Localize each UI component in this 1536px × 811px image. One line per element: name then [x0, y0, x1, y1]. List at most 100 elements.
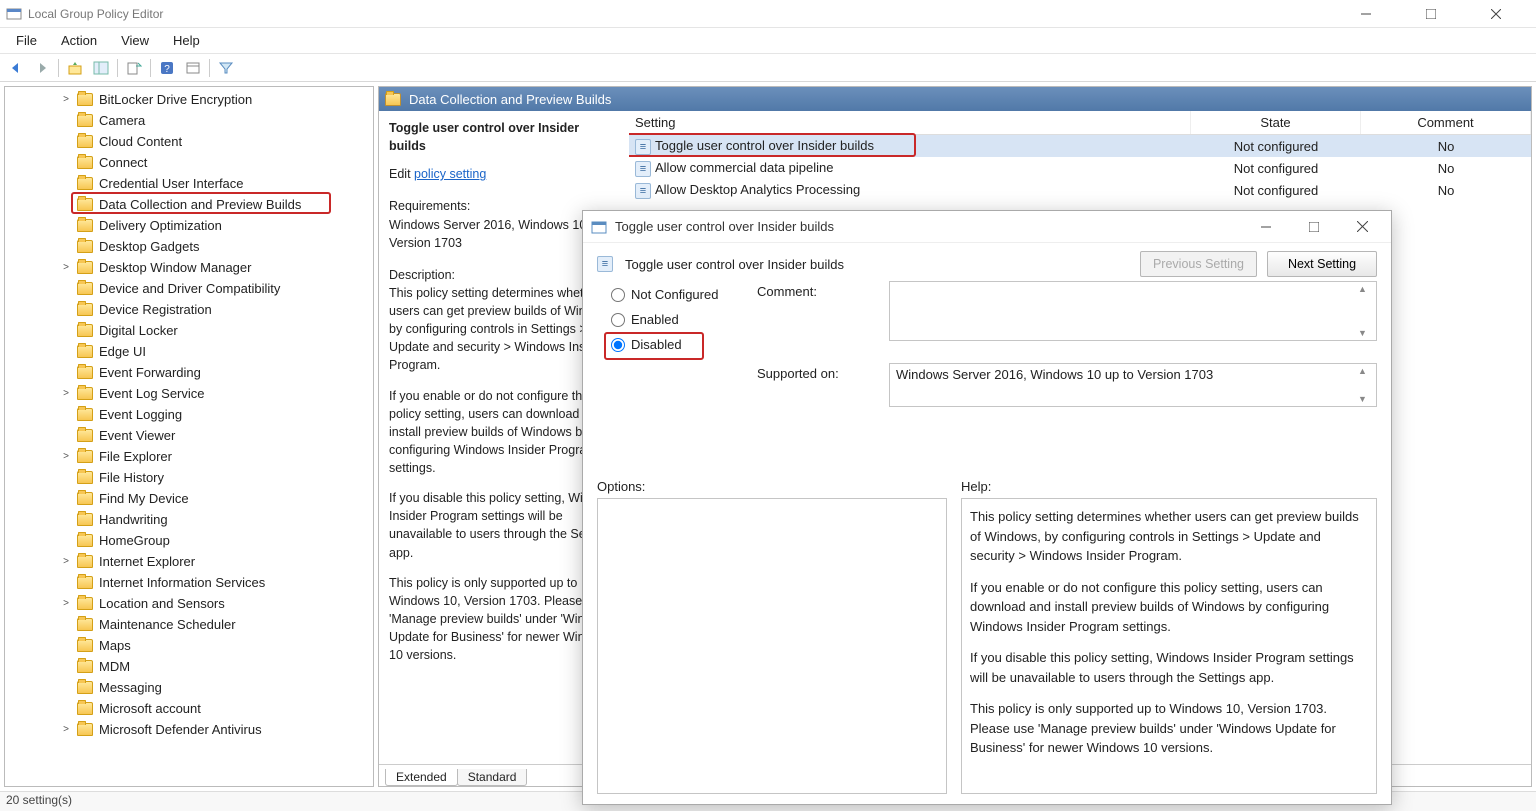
- list-header[interactable]: Setting State Comment: [629, 111, 1531, 135]
- col-state[interactable]: State: [1191, 111, 1361, 134]
- tree-item[interactable]: Digital Locker: [5, 320, 373, 341]
- filter-button[interactable]: [214, 57, 238, 79]
- edit-policy-link[interactable]: policy setting: [414, 167, 486, 181]
- dialog-close-button[interactable]: [1341, 214, 1383, 240]
- tree-item[interactable]: Event Viewer: [5, 425, 373, 446]
- tab-extended[interactable]: Extended: [385, 769, 458, 786]
- tree-expander-icon[interactable]: >: [61, 94, 71, 105]
- tree-item[interactable]: File History: [5, 467, 373, 488]
- close-button[interactable]: [1473, 3, 1518, 25]
- folder-icon: [77, 261, 93, 274]
- tree-expander-icon[interactable]: >: [61, 451, 71, 462]
- tree-item[interactable]: > Desktop Window Manager: [5, 257, 373, 278]
- folder-icon: [77, 660, 93, 673]
- tree-expander-icon[interactable]: >: [61, 724, 71, 735]
- tree-item[interactable]: > File Explorer: [5, 446, 373, 467]
- tree-item[interactable]: > Event Log Service: [5, 383, 373, 404]
- state-radios: Not Configured Enabled Disabled: [597, 281, 757, 413]
- tree-item[interactable]: Maintenance Scheduler: [5, 614, 373, 635]
- tree-item[interactable]: >Location and Sensors: [5, 593, 373, 614]
- minimize-button[interactable]: [1343, 3, 1388, 25]
- tree-item-label: Data Collection and Preview Builds: [99, 197, 301, 212]
- export-button[interactable]: [122, 57, 146, 79]
- back-button[interactable]: [4, 57, 28, 79]
- window-title: Local Group Policy Editor: [28, 7, 163, 21]
- show-hide-tree-button[interactable]: [89, 57, 113, 79]
- folder-icon: [77, 156, 93, 169]
- dialog-minimize-button[interactable]: [1245, 214, 1287, 240]
- tree-item[interactable]: Desktop Gadgets: [5, 236, 373, 257]
- tree-pane[interactable]: >BitLocker Drive EncryptionCameraCloud C…: [4, 86, 374, 787]
- radio-not-configured[interactable]: Not Configured: [611, 287, 743, 302]
- menu-action[interactable]: Action: [49, 29, 109, 52]
- options-box[interactable]: [597, 498, 947, 794]
- policy-settings-dialog: Toggle user control over Insider builds …: [582, 210, 1392, 805]
- comment-label: Comment:: [757, 281, 889, 299]
- row-setting: Toggle user control over Insider builds: [655, 138, 874, 153]
- comment-field[interactable]: ▲▼: [889, 281, 1377, 341]
- list-row[interactable]: ≡ Toggle user control over Insider builds…: [629, 135, 1531, 157]
- tree-expander-icon[interactable]: >: [61, 598, 71, 609]
- tree-item[interactable]: Event Logging: [5, 404, 373, 425]
- tree-item[interactable]: Device and Driver Compatibility: [5, 278, 373, 299]
- folder-icon: [77, 723, 93, 736]
- tree-item[interactable]: Microsoft account: [5, 698, 373, 719]
- tree-item[interactable]: Edge UI: [5, 341, 373, 362]
- menu-help[interactable]: Help: [161, 29, 212, 52]
- menu-view[interactable]: View: [109, 29, 161, 52]
- radio-enabled[interactable]: Enabled: [611, 312, 743, 327]
- properties-button[interactable]: [181, 57, 205, 79]
- setting-icon: ≡: [635, 139, 651, 155]
- tree-item-label: Device and Driver Compatibility: [99, 281, 280, 296]
- row-setting: Allow Desktop Analytics Processing: [655, 182, 860, 197]
- tree-item[interactable]: HomeGroup: [5, 530, 373, 551]
- tree-item[interactable]: Delivery Optimization: [5, 215, 373, 236]
- radio-disabled[interactable]: Disabled: [611, 337, 743, 352]
- tree-item[interactable]: Credential User Interface: [5, 173, 373, 194]
- tree-item[interactable]: Device Registration: [5, 299, 373, 320]
- folder-icon: [77, 177, 93, 190]
- details-header: Data Collection and Preview Builds: [379, 87, 1531, 111]
- edit-label: Edit: [389, 167, 411, 181]
- tree-item[interactable]: Maps: [5, 635, 373, 656]
- tree-item[interactable]: MDM: [5, 656, 373, 677]
- tab-standard[interactable]: Standard: [457, 769, 528, 786]
- maximize-button[interactable]: [1408, 3, 1453, 25]
- tree-item[interactable]: >BitLocker Drive Encryption: [5, 89, 373, 110]
- col-setting[interactable]: Setting: [629, 111, 1191, 134]
- tree-item[interactable]: Handwriting: [5, 509, 373, 530]
- next-setting-button[interactable]: Next Setting: [1267, 251, 1377, 277]
- help-button[interactable]: ?: [155, 57, 179, 79]
- folder-icon: [77, 471, 93, 484]
- tree-item[interactable]: Connect: [5, 152, 373, 173]
- tree-item[interactable]: Cloud Content: [5, 131, 373, 152]
- menu-file[interactable]: File: [4, 29, 49, 52]
- tree-item[interactable]: Event Forwarding: [5, 362, 373, 383]
- dialog-maximize-button[interactable]: [1293, 214, 1335, 240]
- tree-item[interactable]: Find My Device: [5, 488, 373, 509]
- tree-expander-icon[interactable]: >: [61, 388, 71, 399]
- forward-button[interactable]: [30, 57, 54, 79]
- tree-item-label: File Explorer: [99, 449, 172, 464]
- dialog-titlebar[interactable]: Toggle user control over Insider builds: [583, 211, 1391, 243]
- tree-item[interactable]: Internet Information Services: [5, 572, 373, 593]
- supported-label: Supported on:: [757, 363, 889, 381]
- tree-expander-icon[interactable]: >: [61, 556, 71, 567]
- tree-item[interactable]: Camera: [5, 110, 373, 131]
- tree-item[interactable]: Messaging: [5, 677, 373, 698]
- tree-item-label: Event Log Service: [99, 386, 205, 401]
- tree-item[interactable]: >Internet Explorer: [5, 551, 373, 572]
- help-box: This policy setting determines whether u…: [961, 498, 1377, 794]
- previous-setting-button[interactable]: Previous Setting: [1140, 251, 1257, 277]
- list-row[interactable]: ≡Allow commercial data pipelineNot confi…: [629, 157, 1531, 179]
- dialog-heading: Toggle user control over Insider builds: [625, 257, 844, 272]
- tree-item[interactable]: >Microsoft Defender Antivirus: [5, 719, 373, 740]
- tree-item[interactable]: Data Collection and Preview Builds: [5, 194, 373, 215]
- tree-item-label: Desktop Window Manager: [99, 260, 251, 275]
- details-header-text: Data Collection and Preview Builds: [409, 92, 611, 107]
- up-button[interactable]: [63, 57, 87, 79]
- tree-expander-icon[interactable]: >: [61, 262, 71, 273]
- col-comment[interactable]: Comment: [1361, 111, 1531, 134]
- requirements-label: Requirements:: [389, 199, 470, 213]
- list-row[interactable]: ≡Allow Desktop Analytics ProcessingNot c…: [629, 179, 1531, 201]
